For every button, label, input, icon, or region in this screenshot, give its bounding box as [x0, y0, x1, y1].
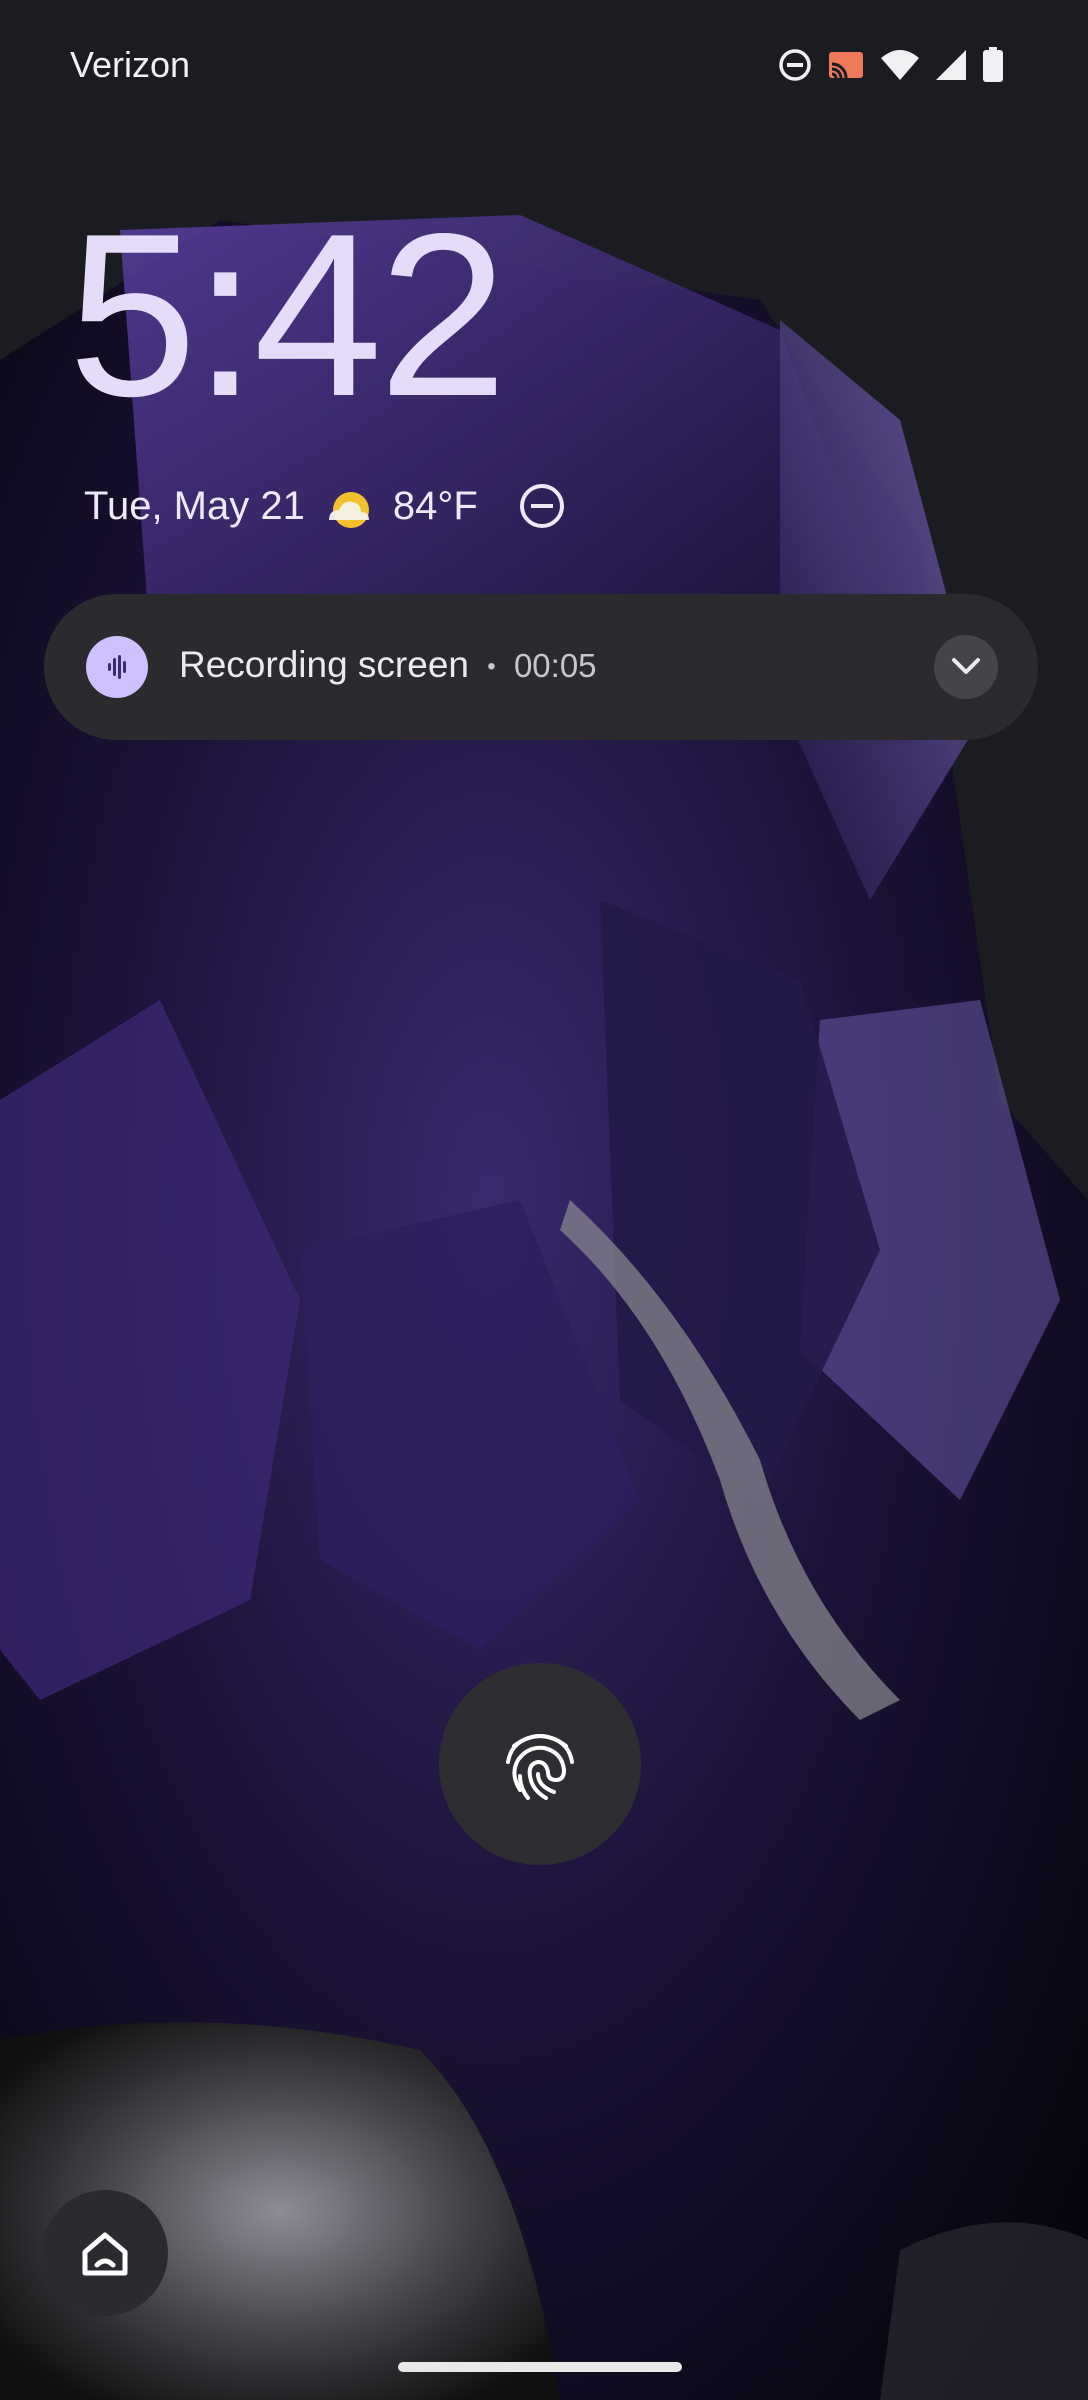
sound-wave-icon [86, 636, 148, 698]
recording-notification[interactable]: Recording screen • 00:05 [44, 594, 1038, 740]
status-bar: Verizon [0, 0, 1088, 130]
home-icon [82, 2232, 128, 2276]
fingerprint-sensor-button[interactable] [439, 1663, 641, 1865]
cast-icon [826, 48, 866, 87]
do-not-disturb-icon [518, 482, 566, 530]
carrier-name: Verizon [70, 44, 191, 85]
notification-title: Recording screen [179, 644, 469, 685]
date-weather-row: Tue, May 21 84°F [84, 480, 566, 532]
date-text: Tue, May 21 [84, 483, 305, 528]
notification-expand-button[interactable] [934, 635, 998, 699]
lockscreen-clock: 5:42 [68, 186, 508, 445]
notification-separator: • [487, 653, 496, 681]
notification-elapsed: 00:05 [513, 647, 597, 684]
gesture-navigation-bar[interactable] [398, 2362, 682, 2372]
partly-sunny-icon [323, 480, 375, 532]
notification-text: Recording screen • 00:05 [179, 644, 597, 686]
home-controls-button[interactable] [42, 2190, 168, 2316]
cell-signal-icon [934, 48, 968, 87]
chevron-down-icon [952, 658, 980, 674]
status-icons [778, 46, 1004, 88]
wifi-icon [880, 48, 920, 87]
do-not-disturb-icon [778, 48, 812, 87]
temperature-text: 84°F [392, 483, 478, 528]
fingerprint-icon [506, 1733, 574, 1800]
battery-icon [982, 46, 1004, 88]
